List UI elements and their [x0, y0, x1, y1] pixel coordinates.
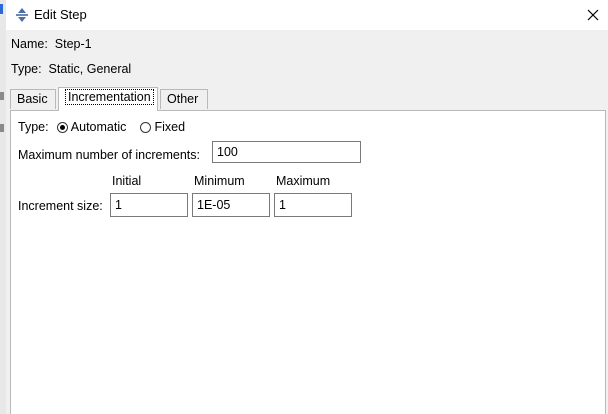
column-initial: Initial: [112, 174, 142, 188]
column-maximum: Maximum: [276, 174, 331, 188]
tab-label: Other: [167, 92, 199, 106]
radio-fixed[interactable]: Fixed: [140, 120, 185, 134]
column-minimum: Minimum: [194, 174, 245, 188]
step-arrows-icon: [16, 8, 28, 22]
close-button[interactable]: [580, 2, 606, 28]
name-value: Step-1: [54, 37, 92, 51]
initial-increment-input[interactable]: [110, 193, 188, 217]
name-label: Name:: [11, 37, 48, 51]
step-name-row: Name: Step-1: [11, 37, 92, 51]
type-label: Type:: [11, 62, 42, 76]
tab-incrementation[interactable]: Incrementation: [58, 87, 158, 111]
incrementation-panel: Type: Automatic Fixed Maximum number of …: [10, 110, 606, 414]
radio-fixed-label: Fixed: [154, 120, 186, 134]
maximum-increment-input[interactable]: [274, 193, 352, 217]
title-bar[interactable]: Edit Step: [6, 0, 608, 30]
tab-other[interactable]: Other: [160, 89, 208, 109]
minimum-increment-input[interactable]: [192, 193, 270, 217]
radio-automatic-label: Automatic: [70, 120, 127, 134]
type-value: Static, General: [48, 62, 132, 76]
background-gray-marker: [0, 124, 4, 132]
max-increments-input[interactable]: [212, 141, 361, 163]
edit-step-dialog: Edit Step Name: Step-1 Type: Static, Gen…: [0, 0, 608, 414]
radio-automatic[interactable]: Automatic: [57, 120, 126, 134]
step-type-row: Type: Static, General: [11, 62, 131, 76]
background-blue-marker: [0, 4, 3, 14]
tab-label: Incrementation: [65, 89, 154, 105]
increment-type-label: Type:: [18, 120, 49, 134]
window-title: Edit Step: [34, 7, 87, 22]
radio-fixed-indicator[interactable]: [140, 122, 151, 133]
background-window-edge: [0, 0, 6, 414]
increment-size-label: Increment size:: [18, 199, 103, 213]
max-increments-label: Maximum number of increments:: [18, 148, 201, 162]
tab-basic[interactable]: Basic: [10, 89, 56, 109]
radio-automatic-indicator[interactable]: [57, 122, 68, 133]
background-gray-marker: [0, 92, 4, 100]
tab-label: Basic: [17, 92, 48, 106]
close-icon: [587, 9, 599, 21]
